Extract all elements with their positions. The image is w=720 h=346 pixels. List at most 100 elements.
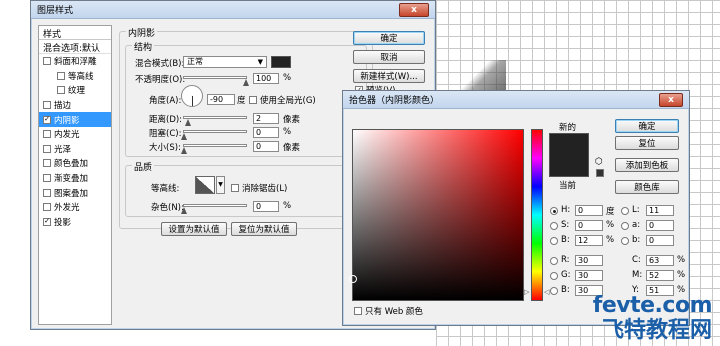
r-radio[interactable] <box>550 257 558 265</box>
watermark-name: 飞特教程网 <box>601 318 712 343</box>
style-item-label: 外发光 <box>54 203 80 214</box>
h-radio[interactable] <box>550 207 558 215</box>
angle-input[interactable]: -90 <box>207 94 235 105</box>
b-radio[interactable] <box>550 237 558 245</box>
anti-alias-label: 消除锯齿(L) <box>242 184 288 194</box>
web-safe-swatch-icon[interactable] <box>596 169 604 177</box>
style-item-checkbox[interactable] <box>43 188 51 197</box>
style-item[interactable]: 颜色叠加 <box>39 156 111 171</box>
style-item[interactable]: 斜面和浮雕 <box>39 54 111 69</box>
style-item-checkbox[interactable] <box>43 203 51 212</box>
angle-unit: 度 <box>237 96 246 106</box>
style-item-checkbox[interactable]: ✓ <box>43 115 51 124</box>
web-only-checkbox[interactable] <box>354 307 362 315</box>
opacity-input[interactable]: 100 <box>253 73 279 84</box>
cube-icon[interactable]: ⬡ <box>595 157 603 167</box>
choke-input[interactable]: 0 <box>253 127 279 138</box>
new-style-button[interactable]: 新建样式(W)... <box>353 69 425 83</box>
cp-ok-button[interactable]: 确定 <box>615 119 679 133</box>
blue-radio[interactable] <box>550 287 558 295</box>
b-input[interactable]: 12 <box>575 235 603 246</box>
c-input[interactable]: 63 <box>646 255 674 266</box>
style-item[interactable]: 内发光 <box>39 127 111 142</box>
blend-options-item[interactable]: 混合选项:默认 <box>39 40 111 54</box>
hue-slider-right-arrow[interactable]: ◁ <box>544 288 549 296</box>
opacity-slider[interactable] <box>183 76 249 86</box>
close-icon[interactable]: x <box>659 92 683 107</box>
styles-header[interactable]: 样式 <box>39 26 111 40</box>
set-default-button[interactable]: 设置为默认值 <box>161 222 227 236</box>
s-input[interactable]: 0 <box>575 220 603 231</box>
lab-b-radio[interactable] <box>621 237 629 245</box>
close-icon[interactable]: x <box>399 2 429 17</box>
contour-dropdown[interactable]: ▼ <box>216 176 225 194</box>
choke-slider[interactable] <box>181 130 247 140</box>
style-item[interactable]: 纹理 <box>39 83 111 98</box>
style-item-label: 纹理 <box>68 86 86 97</box>
add-to-swatches-button[interactable]: 添加到色板 <box>615 158 679 172</box>
ok-button[interactable]: 确定 <box>353 31 425 45</box>
a-input[interactable]: 0 <box>646 220 674 231</box>
g-input[interactable]: 30 <box>575 270 603 281</box>
style-item-checkbox[interactable] <box>43 144 51 153</box>
global-light-label: 使用全局光(G) <box>260 96 316 106</box>
noise-label: 杂色(N): <box>151 203 184 213</box>
style-item[interactable]: 等高线 <box>39 69 111 84</box>
h-label: H: <box>561 205 571 215</box>
hue-slider-left-arrow[interactable]: ▷ <box>524 288 529 296</box>
style-item-checkbox[interactable] <box>57 71 65 80</box>
distance-label: 距离(D): <box>149 115 183 125</box>
style-item[interactable]: 图案叠加 <box>39 185 111 200</box>
a-radio[interactable] <box>621 222 629 230</box>
style-item-checkbox[interactable] <box>43 101 51 110</box>
shadow-color-swatch[interactable] <box>271 56 291 68</box>
style-item[interactable]: 光泽 <box>39 142 111 157</box>
style-item-checkbox[interactable] <box>43 130 51 139</box>
quality-title: 品质 <box>132 160 155 173</box>
distance-input[interactable]: 2 <box>253 113 279 124</box>
b-unit: % <box>606 235 615 245</box>
g-radio[interactable] <box>550 272 558 280</box>
style-item-checkbox[interactable] <box>43 159 51 168</box>
style-item[interactable]: ✓ 内阴影 <box>39 112 111 127</box>
chevron-down-icon: ▼ <box>218 181 223 188</box>
size-input[interactable]: 0 <box>253 141 279 152</box>
style-item-checkbox[interactable] <box>43 174 51 183</box>
s-radio[interactable] <box>550 222 558 230</box>
cp-reset-button[interactable]: 复位 <box>615 136 679 150</box>
style-item[interactable]: 外发光 <box>39 200 111 215</box>
contour-preview[interactable] <box>195 176 215 194</box>
distance-slider[interactable] <box>183 116 247 126</box>
angle-dial[interactable] <box>181 85 203 107</box>
color-libraries-button[interactable]: 颜色库 <box>615 180 679 194</box>
reset-default-button[interactable]: 复位为默认值 <box>231 222 297 236</box>
anti-alias-checkbox[interactable] <box>231 184 239 192</box>
l-input[interactable]: 11 <box>646 205 674 216</box>
style-item-checkbox[interactable] <box>57 86 65 95</box>
noise-input[interactable]: 0 <box>253 201 279 212</box>
choke-label: 阻塞(C): <box>149 129 182 139</box>
blend-mode-select[interactable]: 正常 ▼ <box>183 56 267 68</box>
style-item[interactable]: 渐变叠加 <box>39 171 111 186</box>
b-label: B: <box>561 235 570 245</box>
h-input[interactable]: 0 <box>575 205 603 216</box>
current-color-label: 当前 <box>559 181 577 191</box>
style-item[interactable]: ✓ 投影 <box>39 215 111 230</box>
size-slider[interactable] <box>181 144 247 154</box>
style-item[interactable]: 描边 <box>39 98 111 113</box>
saturation-brightness-field[interactable] <box>349 129 524 301</box>
global-light-checkbox[interactable] <box>249 96 257 104</box>
noise-unit: % <box>283 201 292 211</box>
color-field-cursor[interactable] <box>349 275 357 283</box>
m-input[interactable]: 52 <box>646 270 674 281</box>
hue-slider[interactable] <box>531 129 543 301</box>
site-watermark: fevte.com 飞特教程网 <box>593 293 713 344</box>
style-item-checkbox[interactable]: ✓ <box>43 217 51 226</box>
style-item-checkbox[interactable] <box>43 57 51 66</box>
cancel-button[interactable]: 取消 <box>353 50 425 64</box>
style-item-label: 光泽 <box>54 144 72 155</box>
l-radio[interactable] <box>621 207 629 215</box>
r-input[interactable]: 30 <box>575 255 603 266</box>
noise-slider[interactable] <box>181 204 247 214</box>
lab-b-input[interactable]: 0 <box>646 235 674 246</box>
